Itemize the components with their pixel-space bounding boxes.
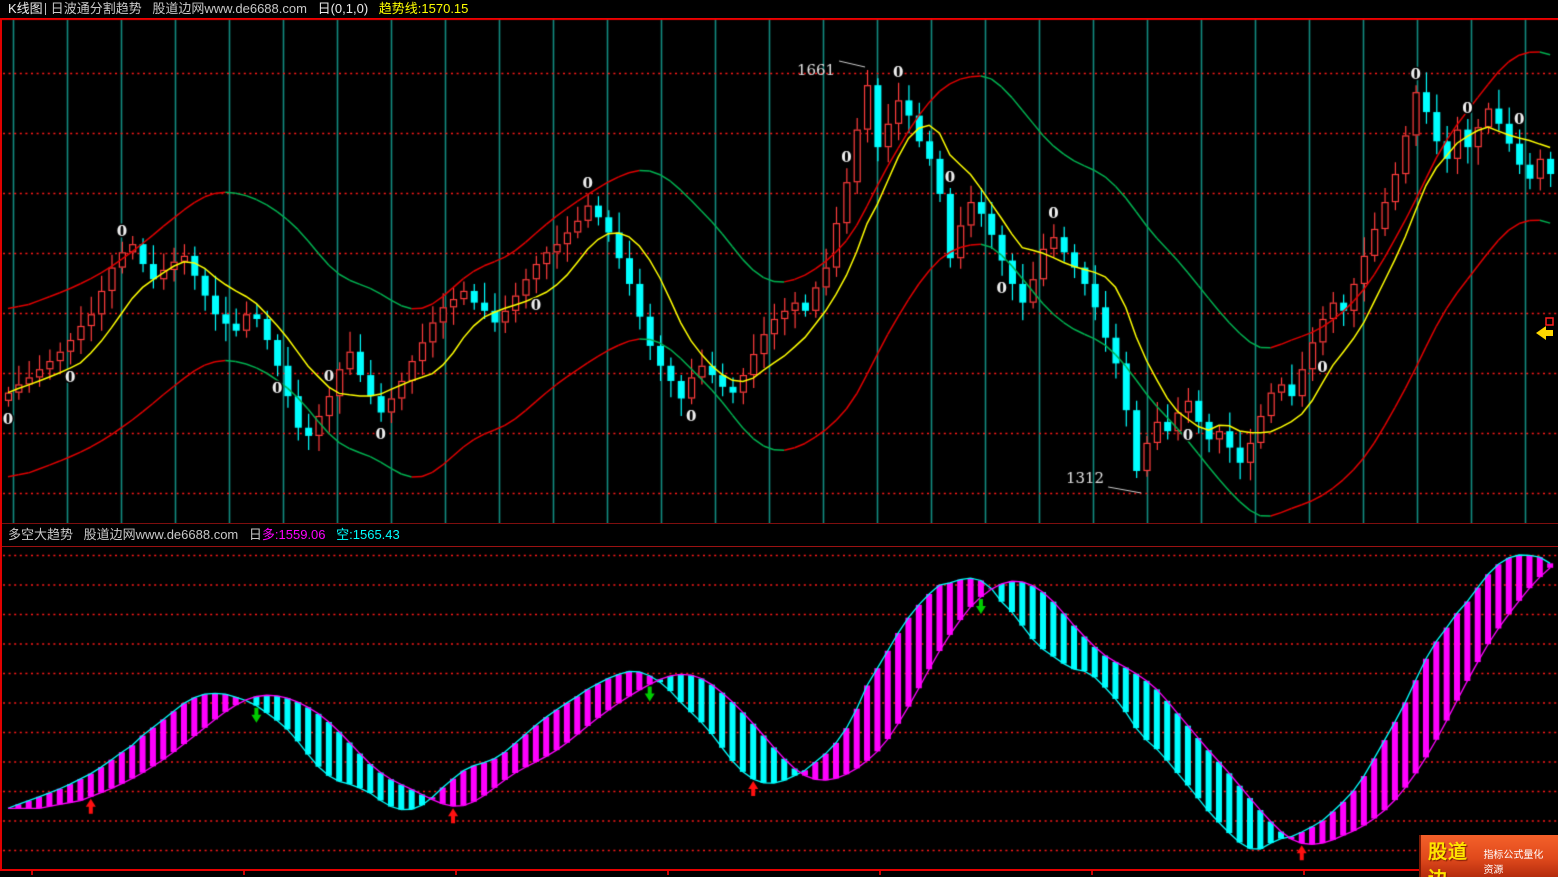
axis-tick xyxy=(667,871,669,875)
long-value: 多:1559.06 xyxy=(262,524,326,546)
axis-tick xyxy=(1091,871,1093,875)
trend-titlebar: 多空大趋势 股道边网www.de6688.com 日多:1559.06 空:15… xyxy=(0,524,1558,546)
axis-tick xyxy=(1303,871,1305,875)
title-divider xyxy=(45,3,46,15)
trend-panel xyxy=(0,547,1558,869)
logo-tagline: 指标公式量化资源 xyxy=(1483,846,1552,876)
short-value: 空:1565.43 xyxy=(336,524,400,546)
kline-panel xyxy=(0,18,1558,523)
site-logo: 股道边 指标公式量化资源 www.de6688.com xyxy=(1419,835,1558,877)
chart-left-border xyxy=(0,18,2,869)
kline-canvas[interactable] xyxy=(0,18,1558,523)
trend-value: 趋势线:1570.15 xyxy=(379,0,469,17)
app-window: K线图日波通分割趋势 股道边网www.de6688.com 日(0,1,0) 趋… xyxy=(0,0,1558,877)
axis-tick xyxy=(243,871,245,875)
indicator-subtitle[interactable]: 波通分割趋势 xyxy=(64,0,142,17)
scroll-right-marker-icon[interactable] xyxy=(1534,316,1556,344)
kline-titlebar: K线图日波通分割趋势 股道边网www.de6688.com 日(0,1,0) 趋… xyxy=(0,0,1558,18)
x-axis xyxy=(0,869,1558,877)
axis-tick xyxy=(455,871,457,875)
axis-tick xyxy=(879,871,881,875)
axis-tick xyxy=(31,871,33,875)
period-badge-2: 日 xyxy=(249,524,262,546)
watermark-site-2: 股道边网www.de6688.com xyxy=(84,524,239,546)
indicator-params: 日(0,1,0) xyxy=(318,0,369,17)
kline-title[interactable]: K线图 xyxy=(8,0,43,17)
trend-canvas[interactable] xyxy=(0,547,1558,869)
watermark-site: 股道边网www.de6688.com xyxy=(152,0,307,17)
trend-title[interactable]: 多空大趋势 xyxy=(8,524,73,546)
period-badge: 日 xyxy=(51,0,64,17)
logo-brand: 股道边 xyxy=(1428,837,1479,877)
